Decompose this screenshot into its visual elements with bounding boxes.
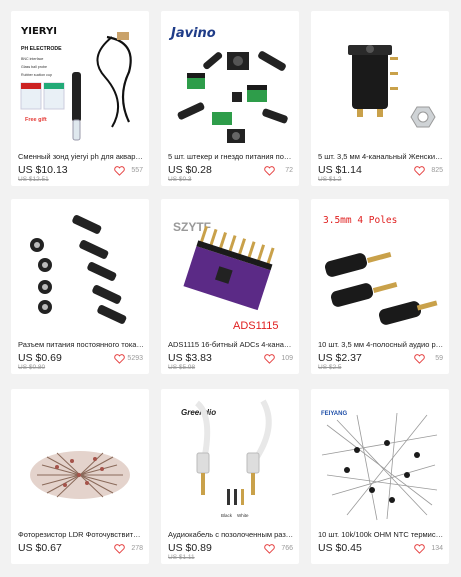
product-title[interactable]: Сменный зонд yieryi ph для аквариума...	[18, 152, 144, 161]
brand-logo: Greendio	[181, 408, 216, 417]
product-price: US $2.37	[318, 352, 362, 364]
product-image[interactable]	[17, 395, 143, 525]
wishlist-count: 72	[285, 167, 293, 174]
image-line: Rubber suction cup	[21, 73, 52, 77]
product-title[interactable]: Аудиокабель с позолоченным разъем...	[168, 530, 294, 539]
brand-logo: YIERYI	[20, 26, 57, 37]
product-price: US $1.14	[318, 164, 362, 176]
brand-logo: Javino	[168, 26, 216, 41]
product-title[interactable]: 10 шт. 3,5 мм 4-полосный аудио разъ...	[318, 340, 444, 349]
wishlist-count: 5293	[127, 355, 143, 362]
gift-label: Free gift	[25, 117, 47, 123]
product-old-price: US $0.80	[18, 364, 46, 371]
wishlist-count: 59	[435, 355, 443, 362]
product-title[interactable]: Разъем питания постоянного тока 5,5 ...	[18, 340, 144, 349]
wishlist-heart-icon[interactable]	[114, 544, 125, 554]
product-card[interactable]: Greendio Black White Аудиокабель с позол…	[161, 389, 299, 564]
image-label: White	[237, 513, 249, 518]
product-card[interactable]: 5 шт. 3,5 мм 4-канальный Женский сте... …	[311, 11, 449, 186]
wishlist-count: 109	[281, 355, 293, 362]
wishlist-heart-icon[interactable]	[414, 166, 425, 176]
wishlist-heart-icon[interactable]	[264, 544, 275, 554]
product-card[interactable]: Фоторезистор LDR Фоточувствитель... US $…	[11, 389, 149, 564]
product-price: US $10.13	[18, 164, 68, 176]
wishlist-count: 766	[281, 545, 293, 552]
product-title[interactable]: Фоторезистор LDR Фоточувствитель...	[18, 530, 144, 539]
image-label: ADS1115	[233, 320, 278, 332]
wishlist-heart-icon[interactable]	[414, 354, 425, 364]
wishlist-count: 825	[431, 167, 443, 174]
wishlist-heart-icon[interactable]	[264, 166, 275, 176]
wishlist-count: 134	[431, 545, 443, 552]
product-old-price: US $5.98	[168, 364, 196, 371]
product-image[interactable]: SZYTF ADS1115	[167, 205, 293, 335]
product-image[interactable]	[17, 205, 143, 335]
product-price: US $0.28	[168, 164, 212, 176]
wishlist-count: 557	[131, 167, 143, 174]
wishlist-heart-icon[interactable]	[414, 544, 425, 554]
wishlist-heart-icon[interactable]	[264, 354, 275, 364]
product-price: US $0.69	[18, 352, 62, 364]
product-card[interactable]: SZYTF ADS1115 ADS1115 16-битный ADCs 4-к…	[161, 199, 299, 374]
brand-logo: 3.5mm 4 Poles	[323, 215, 397, 226]
product-title[interactable]: ADS1115 16-битный ADCs 4-канальны...	[168, 340, 294, 349]
product-title[interactable]: 10 шт. 10k/100k OHM NTC термисторн...	[318, 530, 444, 539]
image-label: PH ELECTRODE	[21, 46, 62, 52]
product-title[interactable]: 5 шт. штекер и гнездо питания постоя...	[168, 152, 294, 161]
product-old-price: US $0.3	[168, 176, 192, 183]
image-line: Glass ball probe	[21, 65, 47, 69]
product-image[interactable]: YIERYI PH ELECTRODE BNC interface Glass …	[17, 17, 143, 147]
product-price: US $0.89	[168, 542, 212, 554]
product-old-price: US $2.5	[318, 364, 342, 371]
product-old-price: US $12.51	[18, 176, 49, 183]
product-card[interactable]: Javino 5 шт. штекер и гнездо питания пос…	[161, 11, 299, 186]
product-card[interactable]: Разъем питания постоянного тока 5,5 ... …	[11, 199, 149, 374]
product-card[interactable]: YIERYI PH ELECTRODE BNC interface Glass …	[11, 11, 149, 186]
product-old-price: US $1.11	[168, 554, 195, 561]
product-image[interactable]: Javino	[167, 17, 293, 147]
product-price: US $0.45	[318, 542, 362, 554]
brand-logo: FEIYANG	[321, 411, 347, 417]
product-image[interactable]: FEIYANG	[317, 395, 443, 525]
product-price: US $3.83	[168, 352, 212, 364]
product-image[interactable]: Greendio Black White	[167, 395, 293, 525]
product-image[interactable]: 3.5mm 4 Poles	[317, 205, 443, 335]
product-card[interactable]: FEIYANG 10 шт. 10k/100k OHM NTC термисто…	[311, 389, 449, 564]
product-title[interactable]: 5 шт. 3,5 мм 4-канальный Женский сте...	[318, 152, 444, 161]
wishlist-heart-icon[interactable]	[114, 166, 125, 176]
image-label: Black	[221, 513, 233, 518]
wishlist-count: 278	[131, 545, 143, 552]
image-line: BNC interface	[21, 57, 43, 61]
wishlist-heart-icon[interactable]	[114, 354, 125, 364]
product-old-price: US $1.2	[318, 176, 342, 183]
product-price: US $0.67	[18, 542, 62, 554]
product-image[interactable]	[317, 17, 443, 147]
product-card[interactable]: 3.5mm 4 Poles 10 шт. 3,5 мм 4-полосный а…	[311, 199, 449, 374]
